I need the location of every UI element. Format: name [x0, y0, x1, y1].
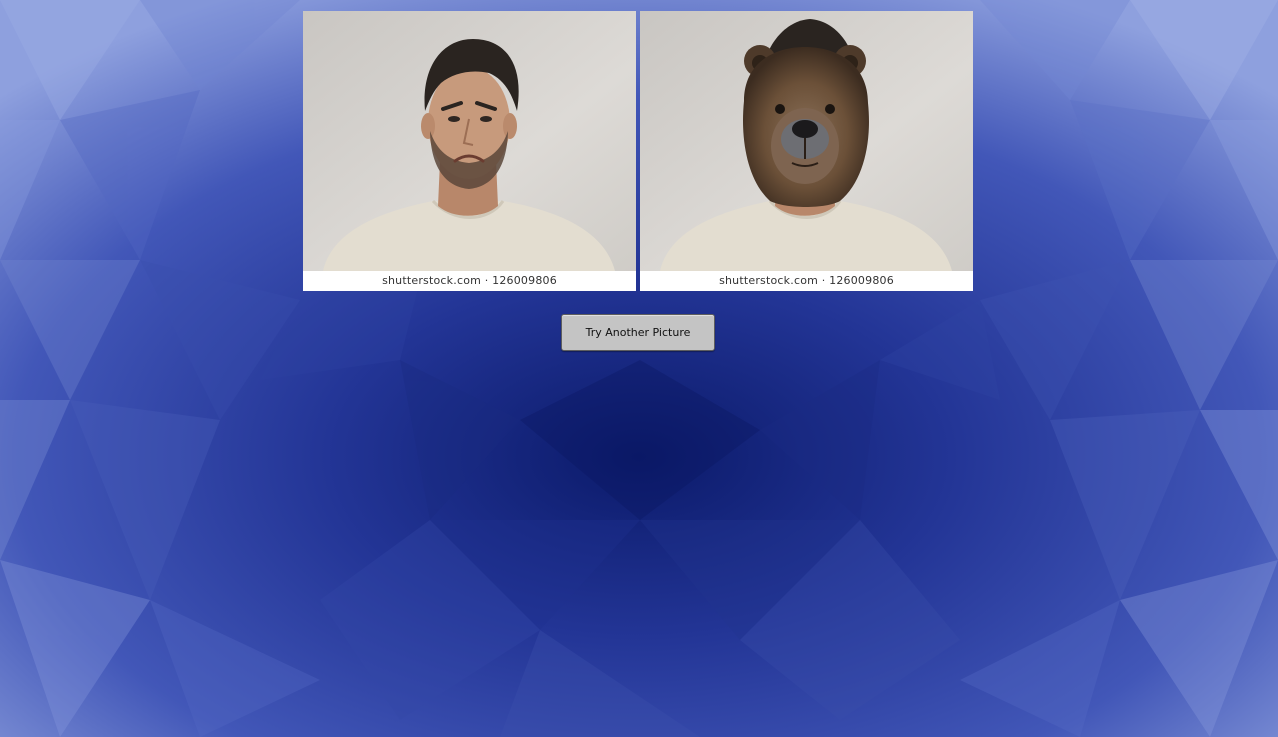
photo-credit: shutterstock.com · 126009806: [640, 271, 973, 291]
try-another-picture-button[interactable]: Try Another Picture: [561, 314, 715, 351]
sad-man-photo: [303, 11, 636, 271]
man-with-bear-head-photo: [640, 11, 973, 271]
swapped-photo-card: shutterstock.com · 126009806: [640, 11, 973, 291]
image-comparison: shutterstock.com · 126009806 shutterstoc…: [303, 11, 973, 291]
photo-credit: shutterstock.com · 126009806: [303, 271, 636, 291]
original-photo-card: shutterstock.com · 126009806: [303, 11, 636, 291]
